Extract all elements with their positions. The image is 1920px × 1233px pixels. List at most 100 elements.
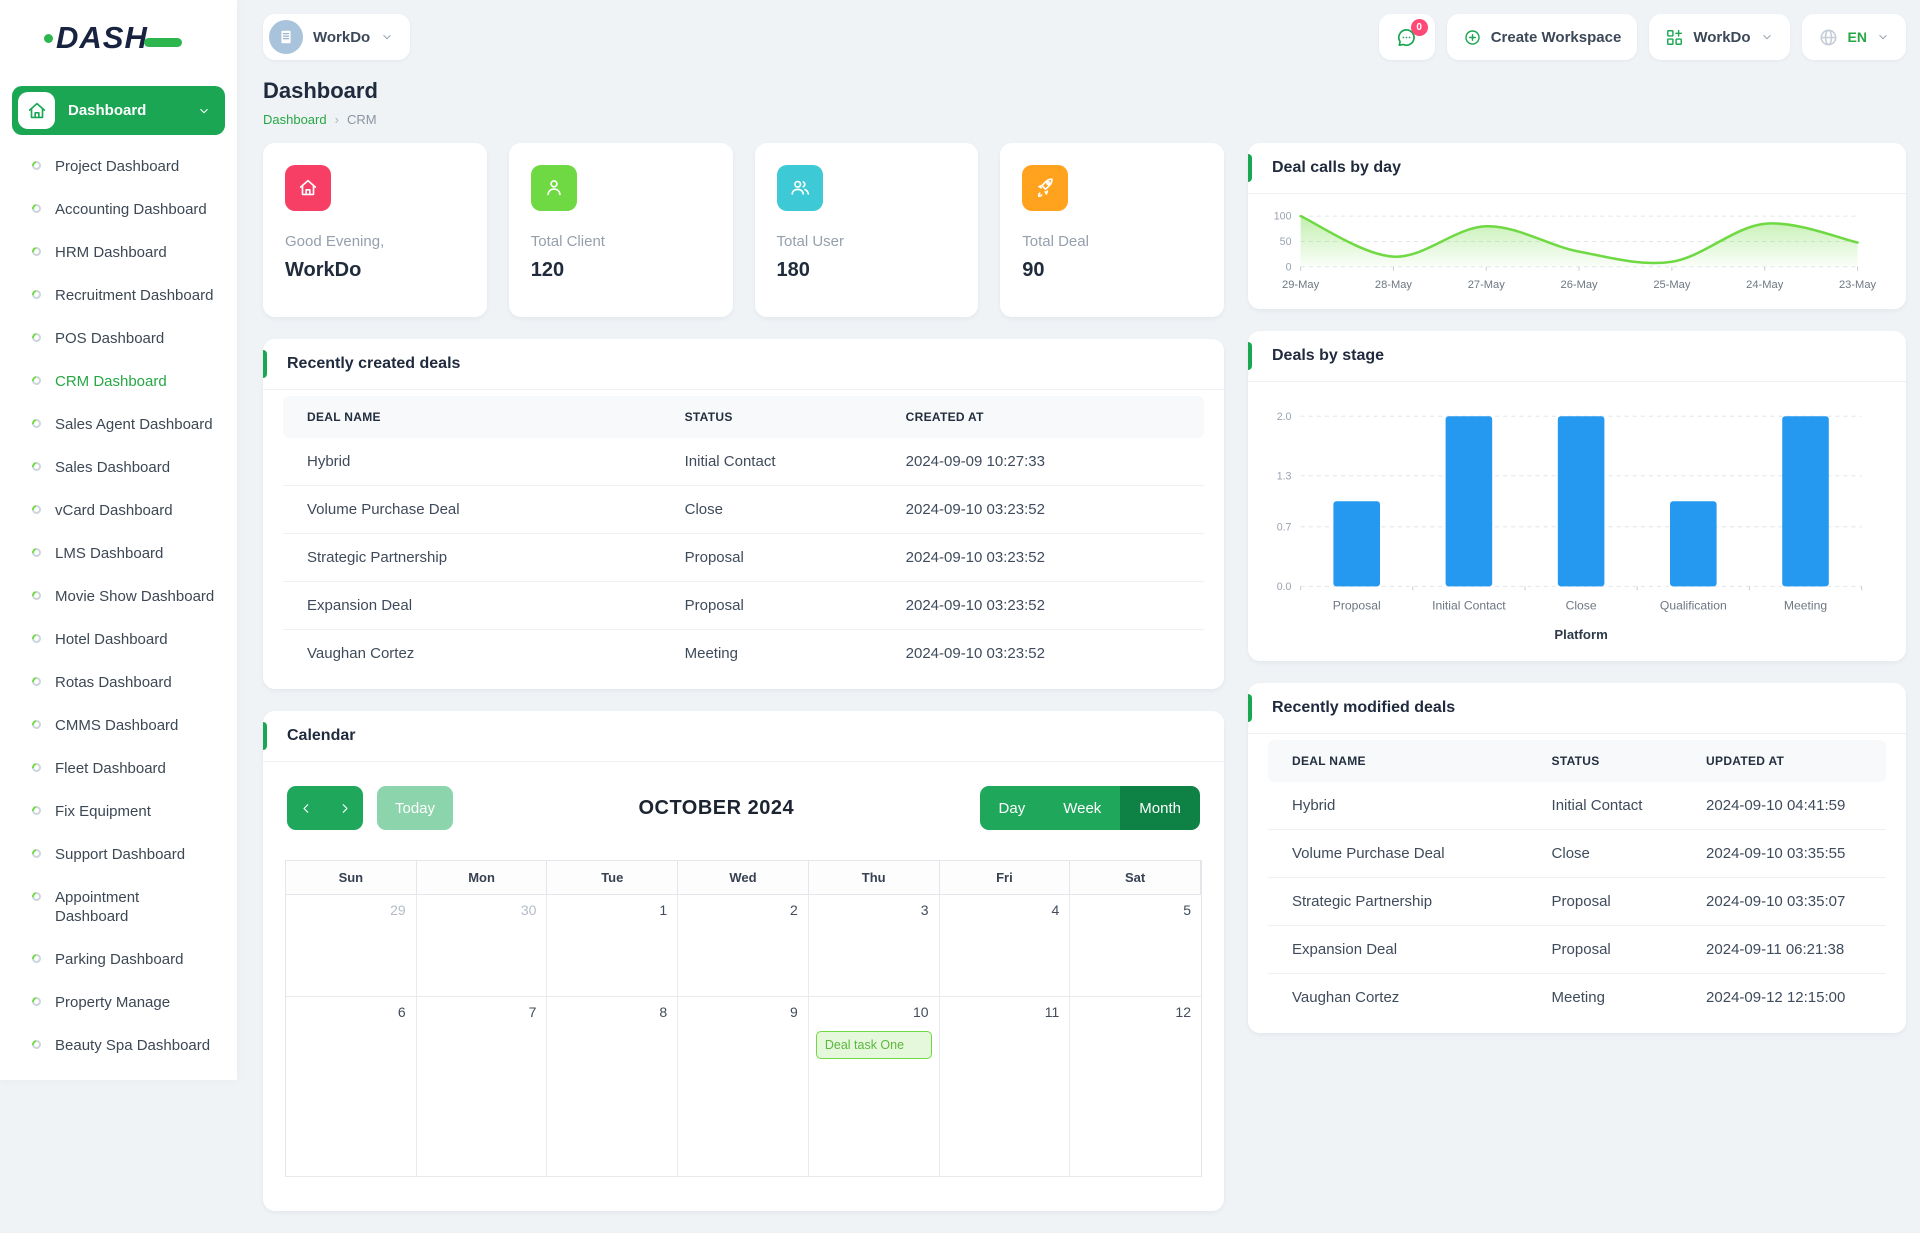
create-workspace-button[interactable]: Create Workspace — [1447, 14, 1638, 60]
calendar-day-11[interactable]: 11 — [940, 997, 1071, 1177]
table-row: Vaughan CortezMeeting2024-09-12 12:15:00 — [1268, 974, 1886, 1022]
sidebar-item-movie-show-dashboard[interactable]: Movie Show Dashboard — [12, 575, 225, 618]
calendar-view-month-button[interactable]: Month — [1120, 786, 1200, 830]
calendar-day-1[interactable]: 1 — [547, 895, 678, 997]
column-header-created-at: CREATED AT — [882, 396, 1204, 438]
sidebar-item-sales-agent-dashboard[interactable]: Sales Agent Dashboard — [12, 403, 225, 446]
sidebar-item-project-dashboard[interactable]: Project Dashboard — [12, 145, 225, 188]
sidebar-item-cmms-dashboard[interactable]: CMMS Dashboard — [12, 704, 225, 747]
table-cell: Meeting — [661, 630, 882, 678]
section-accent — [1248, 342, 1252, 370]
breadcrumb-item-dashboard[interactable]: Dashboard — [263, 112, 327, 127]
sidebar: DASH Dashboard Project Dashboard Accounti… — [0, 0, 237, 1080]
sidebar-item-support-dashboard[interactable]: Support Dashboard — [12, 833, 225, 876]
logo-dot-icon — [44, 34, 53, 43]
section-accent — [263, 350, 267, 378]
sidebar-item-hotel-dashboard[interactable]: Hotel Dashboard — [12, 618, 225, 661]
calendar-next-button[interactable] — [325, 786, 363, 830]
sidebar-item-label: CRM Dashboard — [55, 372, 167, 391]
calendar-day-12[interactable]: 12 — [1070, 997, 1201, 1177]
calendar-day-8[interactable]: 8 — [547, 997, 678, 1177]
globe-icon — [1818, 27, 1839, 48]
sidebar-item-lms-dashboard[interactable]: LMS Dashboard — [12, 532, 225, 575]
table-cell: 2024-09-09 10:27:33 — [882, 438, 1204, 486]
calendar-day-4[interactable]: 4 — [940, 895, 1071, 997]
sidebar-item-label: Rotas Dashboard — [55, 673, 172, 692]
workspace-selector[interactable]: WorkDo — [263, 14, 410, 60]
calendar-day-30[interactable]: 30 — [417, 895, 548, 997]
calendar-weekday-fri: Fri — [940, 861, 1071, 895]
circle-bullet-icon — [30, 503, 43, 516]
stat-card-value: 90 — [1022, 259, 1202, 282]
deal-calls-chart: 10050029-May28-May27-May26-May25-May24-M… — [1248, 194, 1906, 309]
calendar-prev-button[interactable] — [287, 786, 325, 830]
calendar-day-5[interactable]: 5 — [1070, 895, 1201, 997]
sidebar-nav: Dashboard Project Dashboard Accounting Da… — [0, 60, 237, 1054]
calendar-day-9[interactable]: 9 — [678, 997, 809, 1177]
table-row: Strategic PartnershipProposal2024-09-10 … — [1268, 878, 1886, 926]
calendar-day-6[interactable]: 6 — [286, 997, 417, 1177]
calendar-today-button[interactable]: Today — [377, 786, 453, 830]
recently-created-deals-card: Recently created deals DEAL NAMESTATUSCR… — [263, 339, 1224, 689]
sidebar-item-hrm-dashboard[interactable]: HRM Dashboard — [12, 231, 225, 274]
day-number: 12 — [1175, 1004, 1191, 1020]
table-cell: 2024-09-11 06:21:38 — [1682, 926, 1886, 974]
calendar-weekday-thu: Thu — [809, 861, 940, 895]
stat-card-label: Total Deal — [1022, 233, 1202, 250]
table-cell: Proposal — [1528, 926, 1683, 974]
svg-text:27-May: 27-May — [1468, 279, 1506, 291]
table-cell: Proposal — [661, 582, 882, 630]
chevron-right-icon — [337, 801, 352, 816]
app-logo[interactable]: DASH — [0, 0, 237, 60]
svg-text:50: 50 — [1280, 236, 1292, 248]
sidebar-item-fix-equipment[interactable]: Fix Equipment — [12, 790, 225, 833]
sidebar-item-accounting-dashboard[interactable]: Accounting Dashboard — [12, 188, 225, 231]
svg-text:Platform: Platform — [1554, 627, 1607, 642]
circle-bullet-icon — [30, 374, 43, 387]
calendar-day-10[interactable]: 10Deal task One — [809, 997, 940, 1177]
calendar-day-3[interactable]: 3 — [809, 895, 940, 997]
section-header: Recently modified deals — [1248, 683, 1906, 734]
users-icon — [777, 165, 823, 211]
circle-bullet-icon — [30, 761, 43, 774]
calendar-day-2[interactable]: 2 — [678, 895, 809, 997]
sidebar-item-appointment-dashboard[interactable]: Appointment Dashboard — [12, 876, 225, 938]
sidebar-item-parking-dashboard[interactable]: Parking Dashboard — [12, 938, 225, 981]
table-cell: 2024-09-10 03:35:07 — [1682, 878, 1886, 926]
svg-text:100: 100 — [1274, 211, 1292, 223]
calendar-grid: SunMonTueWedThuFriSat293012345678910Deal… — [285, 860, 1202, 1177]
sidebar-item-label: Accounting Dashboard — [55, 200, 207, 219]
calendar-view-week-button[interactable]: Week — [1044, 786, 1120, 830]
sidebar-item-fleet-dashboard[interactable]: Fleet Dashboard — [12, 747, 225, 790]
calendar-event[interactable]: Deal task One — [816, 1031, 932, 1059]
section-header: Recently created deals — [263, 339, 1224, 390]
sidebar-item-crm-dashboard[interactable]: CRM Dashboard — [12, 360, 225, 403]
sidebar-item-beauty-spa-dashboard[interactable]: Beauty Spa Dashboard — [12, 1024, 225, 1054]
sidebar-group-dashboard[interactable]: Dashboard — [12, 86, 225, 135]
sidebar-item-pos-dashboard[interactable]: POS Dashboard — [12, 317, 225, 360]
sidebar-item-recruitment-dashboard[interactable]: Recruitment Dashboard — [12, 274, 225, 317]
section-title: Deals by stage — [1272, 347, 1384, 364]
language-selector[interactable]: EN — [1802, 14, 1906, 60]
calendar-day-7[interactable]: 7 — [417, 997, 548, 1177]
calendar-view-day-button[interactable]: Day — [980, 786, 1045, 830]
sidebar-item-vcard-dashboard[interactable]: vCard Dashboard — [12, 489, 225, 532]
sidebar-item-property-manage[interactable]: Property Manage — [12, 981, 225, 1024]
sidebar-item-sales-dashboard[interactable]: Sales Dashboard — [12, 446, 225, 489]
circle-bullet-icon — [30, 1038, 43, 1051]
calendar-weekday-mon: Mon — [417, 861, 548, 895]
table-row: Expansion DealProposal2024-09-11 06:21:3… — [1268, 926, 1886, 974]
workspace-menu-button[interactable]: WorkDo — [1649, 14, 1789, 60]
sidebar-item-rotas-dashboard[interactable]: Rotas Dashboard — [12, 661, 225, 704]
day-number: 1 — [659, 902, 667, 918]
table-cell: Strategic Partnership — [283, 534, 661, 582]
table-header-row: DEAL NAMESTATUSCREATED AT — [283, 396, 1204, 438]
circle-bullet-icon — [30, 417, 43, 430]
breadcrumb-separator: › — [335, 112, 339, 127]
day-number: 6 — [398, 1004, 406, 1020]
breadcrumb: Dashboard›CRM — [263, 112, 1906, 127]
calendar-day-29[interactable]: 29 — [286, 895, 417, 997]
main-content: Dashboard Dashboard›CRM Good Evening,Wor… — [237, 64, 1920, 1080]
messages-button[interactable]: 0 — [1379, 14, 1435, 60]
table-cell: Volume Purchase Deal — [283, 486, 661, 534]
